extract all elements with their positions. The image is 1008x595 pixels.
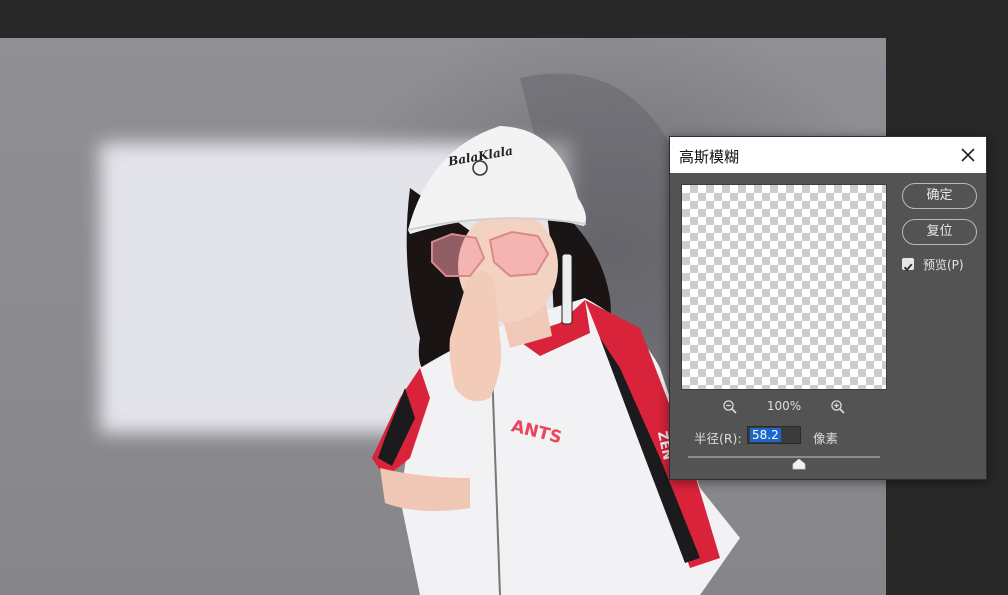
radius-unit: 像素	[813, 431, 839, 446]
close-icon[interactable]	[958, 145, 978, 165]
gaussian-blur-dialog: 高斯模糊 确定 复位 预览(P) 100% 半径(R): 58.2 像素	[669, 136, 987, 480]
preview-checkbox[interactable]: 预览(P)	[902, 255, 964, 273]
ok-button[interactable]: 确定	[902, 183, 977, 209]
dialog-title: 高斯模糊	[679, 148, 740, 166]
slider-thumb-icon[interactable]	[792, 459, 806, 470]
zoom-level: 100%	[766, 399, 802, 413]
checkmark-icon	[903, 263, 913, 272]
radius-row: 半径(R): 58.2 像素	[694, 426, 974, 446]
reset-button[interactable]: 复位	[902, 219, 977, 245]
checkbox-box[interactable]	[902, 258, 914, 272]
preview-pane[interactable]	[681, 184, 887, 390]
dialog-titlebar[interactable]: 高斯模糊	[670, 137, 986, 173]
preview-label: 预览(P)	[923, 257, 964, 272]
radius-value: 58.2	[750, 428, 781, 442]
workspace: ANTS ZEN BalaKlala 高斯模糊 确定 复位 预览(P) 100%…	[0, 0, 1008, 595]
radius-label: 半径(R):	[694, 431, 742, 446]
zoom-controls: 100%	[681, 397, 887, 417]
radius-slider-track[interactable]	[688, 456, 880, 458]
zoom-in-icon[interactable]	[830, 399, 846, 415]
radius-input[interactable]: 58.2	[747, 426, 801, 444]
